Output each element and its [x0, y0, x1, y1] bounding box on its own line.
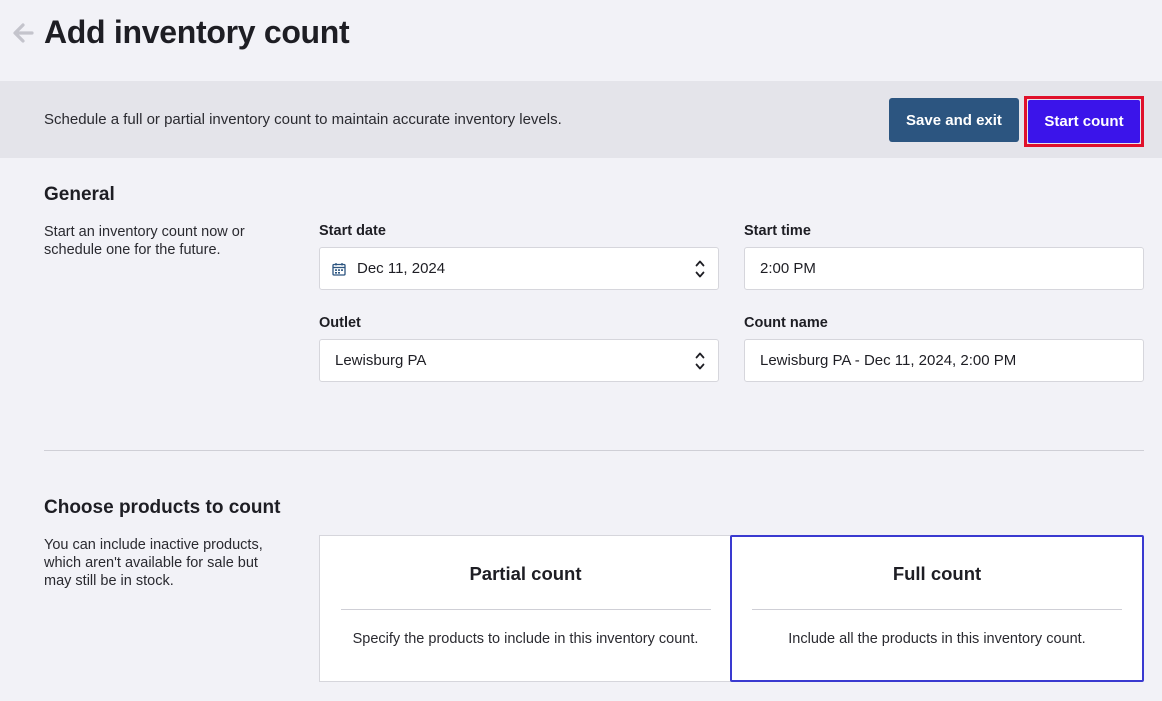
action-bar: Schedule a full or partial inventory cou…: [0, 81, 1162, 158]
action-bar-description: Schedule a full or partial inventory cou…: [44, 111, 562, 128]
calendar-icon: [332, 262, 346, 276]
page-title: Add inventory count: [44, 14, 350, 50]
card-divider: [341, 609, 711, 610]
outlet-select[interactable]: Lewisburg PA: [319, 339, 719, 382]
start-time-value: 2:00 PM: [760, 260, 816, 277]
page-header: Add inventory count: [0, 0, 1162, 81]
partial-count-option[interactable]: Partial count Specify the products to in…: [319, 535, 731, 682]
start-time-input[interactable]: 2:00 PM: [744, 247, 1144, 290]
start-count-button[interactable]: Start count: [1028, 100, 1140, 143]
arrow-left-icon[interactable]: [10, 20, 36, 46]
start-date-label: Start date: [319, 223, 386, 239]
general-section-description: Start an inventory count now or schedule…: [44, 224, 245, 258]
add-inventory-count-page: Add inventory count Schedule a full or p…: [0, 0, 1162, 701]
products-section-title: Choose products to count: [44, 497, 281, 518]
card-divider: [752, 609, 1122, 610]
products-section-description: You can include inactive products, which…: [44, 537, 263, 589]
start-date-value: Dec 11, 2024: [357, 260, 446, 277]
full-count-title: Full count: [892, 563, 982, 584]
count-name-value: Lewisburg PA - Dec 11, 2024, 2:00 PM: [760, 352, 1017, 369]
section-divider: [44, 450, 1144, 451]
save-and-exit-button[interactable]: Save and exit: [889, 98, 1019, 142]
general-section-title: General: [44, 184, 115, 205]
start-time-label: Start time: [744, 223, 811, 239]
outlet-value: Lewisburg PA: [335, 352, 427, 369]
count-name-input[interactable]: Lewisburg PA - Dec 11, 2024, 2:00 PM: [744, 339, 1144, 382]
count-name-label: Count name: [744, 315, 828, 331]
partial-count-description: Specify the products to include in this …: [352, 631, 699, 647]
full-count-description: Include all the products in this invento…: [788, 631, 1086, 647]
partial-count-title: Partial count: [469, 563, 582, 584]
outlet-label: Outlet: [319, 315, 361, 331]
start-date-picker[interactable]: Dec 11, 2024: [319, 247, 719, 290]
up-down-chevron-icon[interactable]: [694, 349, 706, 373]
full-count-option[interactable]: Full count Include all the products in t…: [730, 535, 1144, 682]
up-down-chevron-icon[interactable]: [694, 257, 706, 281]
